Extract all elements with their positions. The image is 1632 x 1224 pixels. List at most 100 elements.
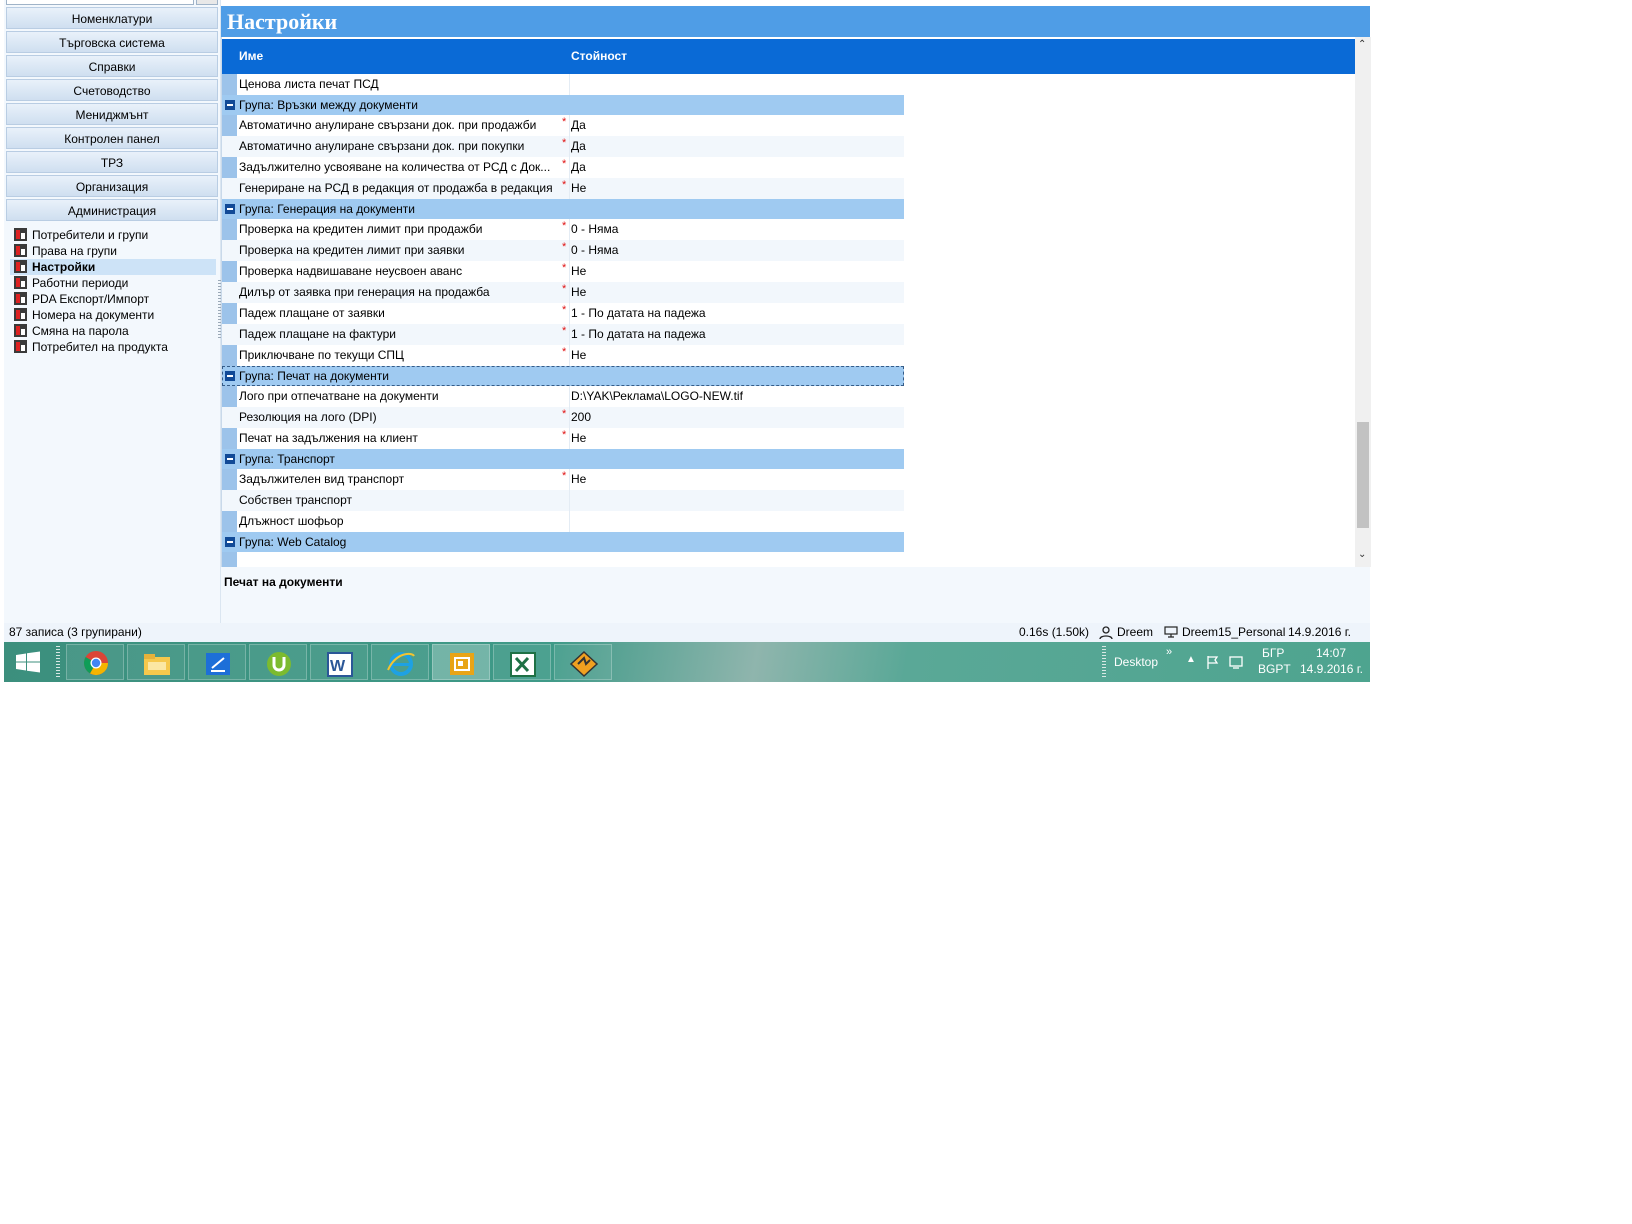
settings-row[interactable]: Генериране на РСД в редакция от продажба… — [222, 178, 904, 199]
setting-value[interactable]: Не — [571, 282, 586, 303]
setting-value[interactable]: 1 - По датата на падежа — [571, 303, 706, 324]
taskbar-button[interactable] — [127, 644, 185, 680]
settings-row[interactable]: Длъжност шофьор — [222, 511, 904, 532]
clock-time[interactable]: 14:07 — [1316, 646, 1346, 660]
sidebar-item[interactable]: Потребител на продукта — [10, 339, 216, 355]
column-divider — [569, 386, 570, 407]
scroll-up-icon[interactable]: ⌃ — [1358, 39, 1366, 50]
setting-value[interactable]: 0 - Няма — [571, 240, 618, 261]
show-hidden-icons-icon[interactable]: ▲ — [1186, 654, 1196, 665]
settings-grid: Име Стойност Ценова листа печат ПСД Група… — [221, 37, 1371, 567]
column-divider — [569, 282, 570, 303]
admin-tool-icon — [14, 308, 27, 321]
sidebar-item[interactable]: PDA Експорт/Импорт — [10, 291, 216, 307]
setting-value[interactable]: 200 — [571, 407, 591, 428]
sidebar-item[interactable]: Смяна на парола — [10, 323, 216, 339]
taskbar-button[interactable] — [432, 644, 490, 680]
required-marker: * — [562, 116, 567, 128]
required-marker: * — [562, 137, 567, 149]
toolbar-grip[interactable] — [1102, 646, 1106, 678]
sidebar-item[interactable]: Номера на документи — [10, 307, 216, 323]
settings-row[interactable]: Ценова листа печат ПСД — [222, 74, 904, 95]
module-button[interactable]: Номенклатури — [6, 7, 218, 29]
sidebar-item[interactable]: Настройки — [10, 259, 216, 275]
settings-row[interactable] — [222, 552, 904, 567]
search-input[interactable] — [6, 0, 194, 5]
column-divider — [569, 219, 570, 240]
module-button[interactable]: ТРЗ — [6, 151, 218, 173]
taskbar-button[interactable] — [371, 644, 429, 680]
network-icon[interactable] — [1228, 654, 1244, 670]
collapse-group-icon[interactable] — [225, 100, 235, 110]
scroll-down-icon[interactable]: ⌄ — [1358, 549, 1366, 560]
sidebar-item-label: Права на групи — [32, 244, 117, 258]
group-label: Група: Генерация на документи — [239, 202, 415, 216]
required-marker: * — [562, 241, 567, 253]
input-language[interactable]: БГР — [1262, 646, 1284, 660]
column-divider — [569, 115, 570, 136]
sidebar-item[interactable]: Права на групи — [10, 243, 216, 259]
group-label: Група: Печат на документи — [239, 369, 389, 383]
taskbar-button[interactable]: W — [310, 644, 368, 680]
collapse-group-icon[interactable] — [225, 537, 235, 547]
required-marker: * — [562, 304, 567, 316]
vertical-scrollbar[interactable]: ⌃ ⌄ — [1355, 37, 1371, 567]
setting-value[interactable]: Не — [571, 178, 586, 199]
setting-value[interactable]: Не — [571, 261, 586, 282]
group-row[interactable]: Група: Печат на документи — [222, 366, 904, 386]
setting-value[interactable]: Не — [571, 469, 586, 490]
settings-row[interactable]: Приключване по текущи СПЦ * Не — [222, 345, 904, 366]
settings-row[interactable]: Задължителен вид транспорт * Не — [222, 469, 904, 490]
scanner-icon — [206, 653, 230, 675]
column-divider — [569, 157, 570, 178]
start-button[interactable] — [4, 642, 52, 682]
taskbar-button[interactable] — [554, 644, 612, 680]
system-tray: Desktop » ▲ БГР BGPT 14:07 14.9.2016 г. — [1094, 642, 1370, 682]
taskbar: W Desktop » ▲ БГР BGPT 14:07 14.9.2016 г… — [4, 642, 1370, 682]
admin-tool-icon — [14, 228, 27, 241]
setting-value[interactable]: Не — [571, 428, 586, 449]
module-button[interactable]: Справки — [6, 55, 218, 77]
sidebar-item[interactable]: Потребители и групи — [10, 227, 216, 243]
taskbar-button[interactable] — [188, 644, 246, 680]
sidebar-item-label: Потребители и групи — [32, 228, 149, 242]
module-button[interactable]: Организация — [6, 175, 218, 197]
taskbar-grip[interactable] — [56, 646, 60, 678]
taskbar-button[interactable] — [66, 644, 124, 680]
module-button[interactable]: Търговска система — [6, 31, 218, 53]
sidebar-item[interactable]: Работни периоди — [10, 275, 216, 291]
collapse-group-icon[interactable] — [225, 371, 235, 381]
module-button[interactable]: Контролен панел — [6, 127, 218, 149]
keyboard-layout[interactable]: BGPT — [1258, 662, 1291, 676]
setting-name: Автоматично анулиране свързани док. при … — [239, 139, 525, 153]
module-button[interactable]: Мениджмънт — [6, 103, 218, 125]
setting-value[interactable]: 0 - Няма — [571, 219, 618, 240]
module-button[interactable]: Администрация — [6, 199, 218, 221]
settings-row[interactable]: Печат на задължения на клиент * Не — [222, 428, 904, 449]
settings-row[interactable]: Собствен транспорт — [222, 490, 904, 511]
setting-value[interactable]: Да — [571, 115, 586, 136]
grid-body: Ценова листа печат ПСД Група: Връзки межд… — [222, 74, 1355, 567]
setting-value[interactable]: Да — [571, 157, 586, 178]
setting-name: Ценова листа печат ПСД — [239, 77, 379, 91]
group-row[interactable]: Група: Web Catalog — [222, 532, 904, 552]
setting-value[interactable]: 1 - По датата на падежа — [571, 324, 706, 345]
toolbar-chevron-icon[interactable]: » — [1166, 646, 1172, 658]
search-button[interactable] — [196, 0, 218, 5]
collapse-group-icon[interactable] — [225, 204, 235, 214]
column-header-value[interactable]: Стойност — [571, 49, 627, 63]
collapse-group-icon[interactable] — [225, 454, 235, 464]
module-button[interactable]: Счетоводство — [6, 79, 218, 101]
scroll-thumb[interactable] — [1357, 422, 1369, 528]
setting-value[interactable]: Да — [571, 136, 586, 157]
clock-date[interactable]: 14.9.2016 г. — [1300, 662, 1363, 676]
setting-value[interactable]: Не — [571, 345, 586, 366]
setting-name: Проверка надвишаване неусвоен аванс — [239, 264, 463, 278]
taskbar-button[interactable] — [493, 644, 551, 680]
column-header-name[interactable]: Име — [239, 49, 263, 63]
action-center-flag-icon[interactable] — [1206, 655, 1220, 669]
taskbar-button[interactable] — [249, 644, 307, 680]
setting-value[interactable]: D:\YAK\Реклама\LOGO-NEW.tif — [571, 386, 743, 407]
desktop-toolbar[interactable]: Desktop — [1114, 655, 1158, 669]
sidebar-item-label: Настройки — [32, 260, 96, 274]
